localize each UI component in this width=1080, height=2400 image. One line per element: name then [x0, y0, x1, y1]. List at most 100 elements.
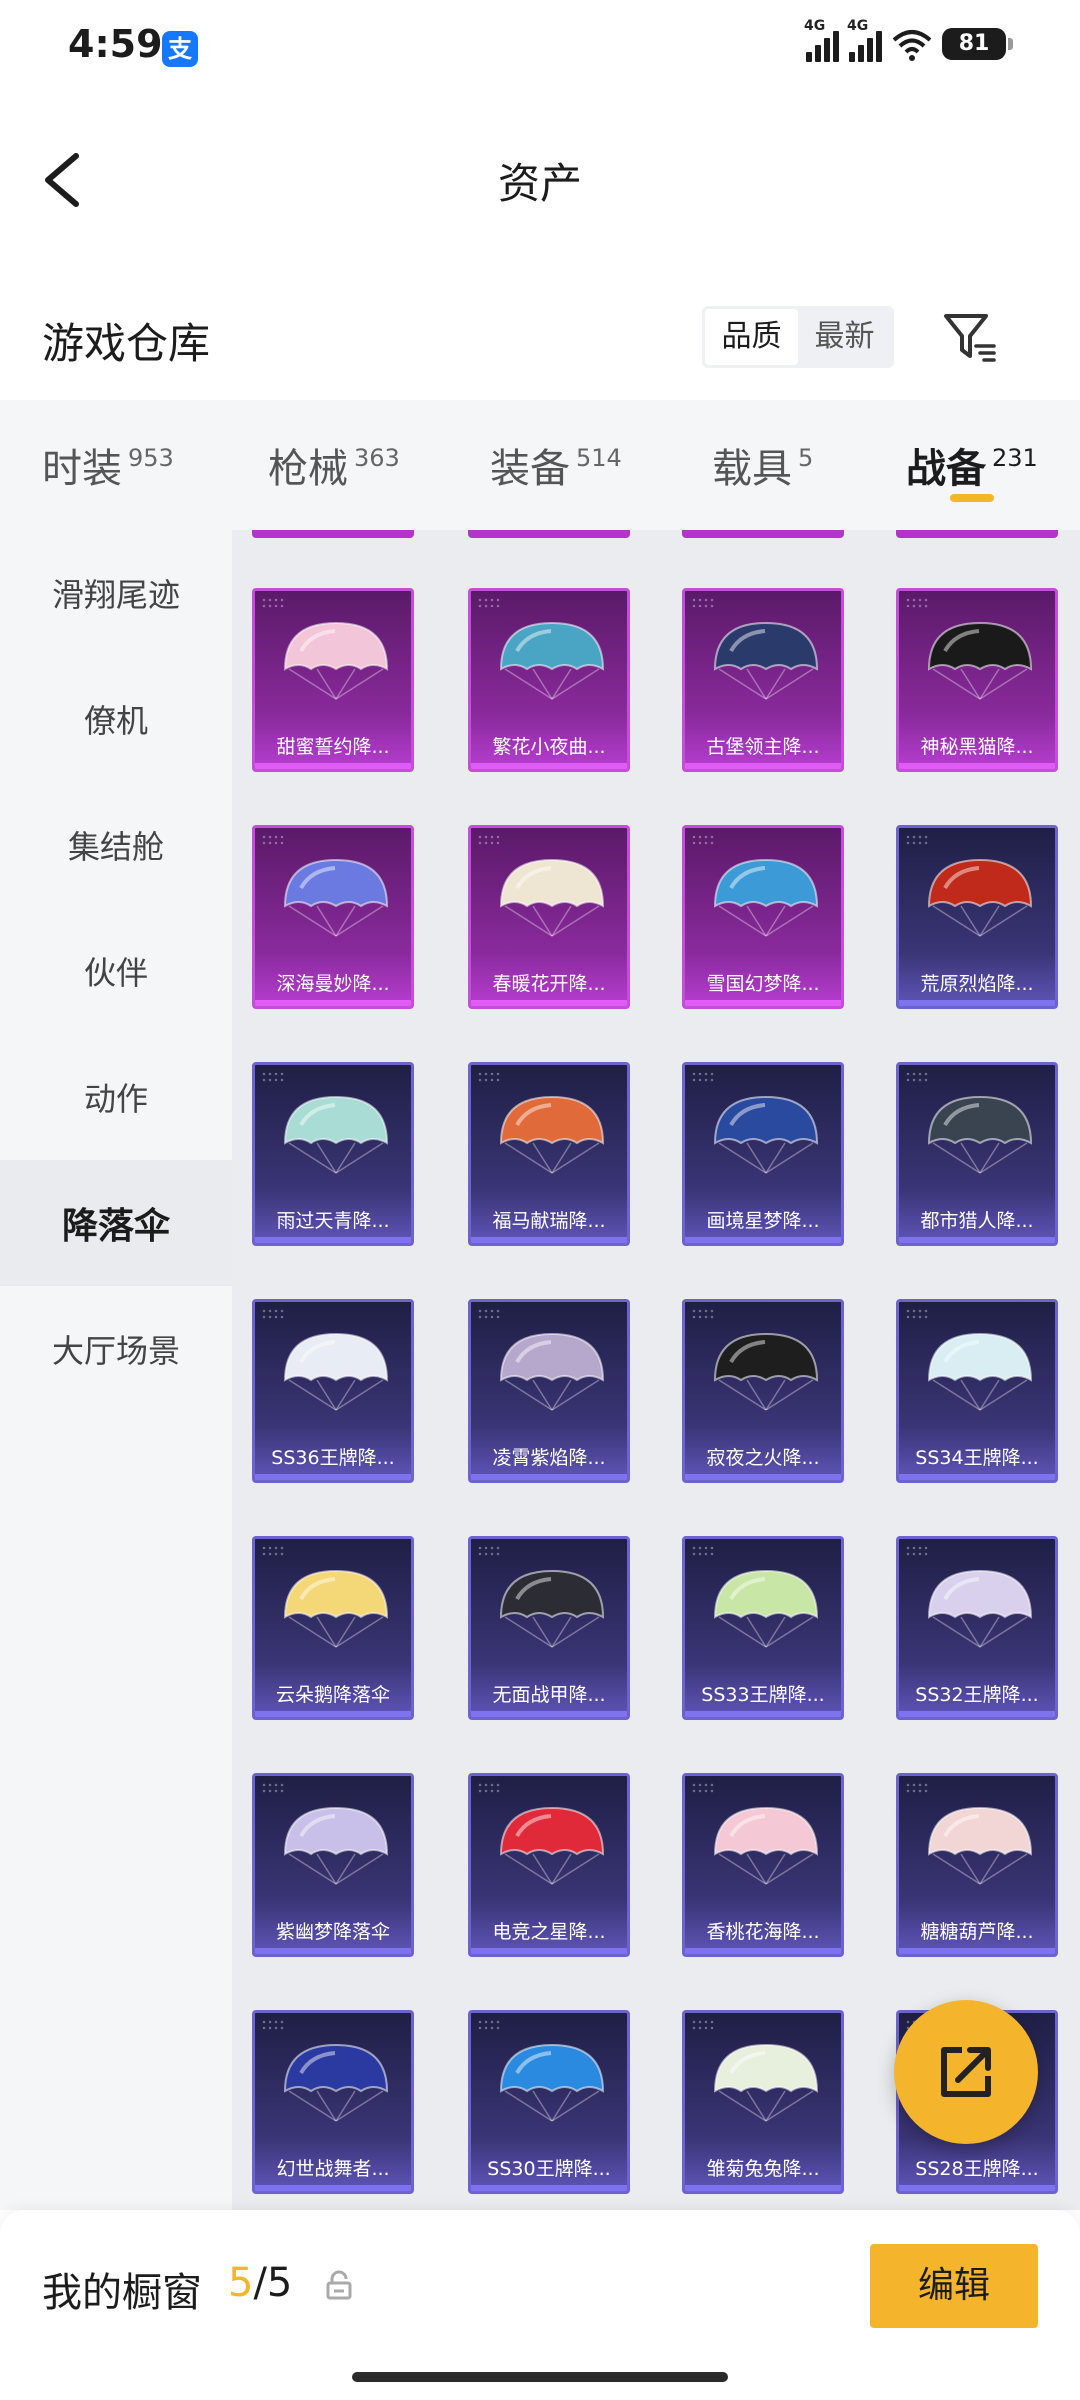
item-name: 无面战甲降... — [492, 1684, 606, 1706]
page-title: 资产 — [497, 159, 582, 208]
parachute-item-card[interactable]: 深海曼妙降... — [252, 825, 414, 1009]
card-corner-pattern — [905, 1071, 929, 1083]
side-item-parachute[interactable]: 降落伞 — [0, 1160, 232, 1286]
parachute-item-card[interactable]: 紫幽梦降落伞 — [252, 1773, 414, 1957]
tab-label: 时装 — [42, 446, 122, 492]
tab-weapons[interactable]: 枪械 363 — [268, 400, 400, 530]
parachute-item-card[interactable]: 春暖花开降... — [468, 825, 630, 1009]
rarity-bar — [899, 1000, 1055, 1006]
parachute-item-card[interactable]: 都市猎人降... — [896, 1062, 1058, 1246]
item-grid: 甜蜜誓约降... 繁花小夜曲... 古堡领主降... 神秘黑猫降... 深海曼妙降...… — [232, 530, 1080, 2210]
rarity-bar — [899, 763, 1055, 769]
parachute-item-card[interactable]: 甜蜜誓约降... — [252, 588, 414, 772]
section-title: 游戏仓库 — [42, 319, 211, 368]
rarity-bar — [255, 1237, 411, 1243]
showcase-total: /5 — [253, 2260, 293, 2306]
item-name: 电竞之星降... — [492, 1921, 606, 1943]
parachute-item-card[interactable]: 繁花小夜曲... — [468, 588, 630, 772]
tab-count: 514 — [576, 444, 622, 472]
item-name: 幻世战舞者... — [276, 2158, 390, 2180]
parachute-item-card[interactable]: 雪国幻梦降... — [682, 825, 844, 1009]
side-item-wingman[interactable]: 僚机 — [0, 656, 232, 782]
share-button[interactable] — [894, 2000, 1038, 2144]
card-corner-pattern — [691, 834, 715, 846]
item-name: SS34王牌降... — [915, 1447, 1039, 1469]
parachute-icon — [927, 858, 1033, 937]
rarity-bar — [899, 1948, 1055, 1954]
item-name: 画境星梦降... — [706, 1210, 820, 1232]
parachute-icon — [283, 1095, 389, 1174]
rarity-bar — [685, 1948, 841, 1954]
filter-icon[interactable] — [942, 310, 998, 366]
network-type-label: 4G — [804, 18, 826, 34]
parachute-item-card[interactable]: 云朵鹅降落伞 — [252, 1536, 414, 1720]
rarity-bar — [685, 1237, 841, 1243]
parachute-item-card[interactable]: 香桃花海降... — [682, 1773, 844, 1957]
parachute-item-card[interactable]: 寂夜之火降... — [682, 1299, 844, 1483]
rarity-bar — [471, 1474, 627, 1480]
rarity-bar — [685, 763, 841, 769]
parachute-item-card[interactable]: SS30王牌降... — [468, 2010, 630, 2194]
parachute-icon — [499, 858, 605, 937]
sort-by-newest-button[interactable]: 最新 — [798, 309, 891, 365]
parachute-item-card[interactable]: 雨过天青降... — [252, 1062, 414, 1246]
parachute-item-card[interactable]: 福马献瑞降... — [468, 1062, 630, 1246]
rarity-bar — [255, 1711, 411, 1717]
share-icon — [941, 2047, 991, 2097]
parachute-item-card[interactable]: 雏菊兔兔降... — [682, 2010, 844, 2194]
item-name: 古堡领主降... — [706, 736, 820, 758]
parachute-item-card[interactable]: 电竞之星降... — [468, 1773, 630, 1957]
status-bar: 4:59 支 4G 4G 81 — [0, 0, 1080, 100]
card-corner-pattern — [477, 2019, 501, 2031]
parachute-icon — [283, 1806, 389, 1885]
item-name: SS30王牌降... — [487, 2158, 611, 2180]
rarity-bar — [471, 1948, 627, 1954]
item-name: SS32王牌降... — [915, 1684, 1039, 1706]
side-item-emote[interactable]: 动作 — [0, 1034, 232, 1160]
parachute-item-card[interactable]: SS34王牌降... — [896, 1299, 1058, 1483]
parachute-item-card[interactable]: 荒原烈焰降... — [896, 825, 1058, 1009]
parachute-item-card[interactable]: 古堡领主降... — [682, 588, 844, 772]
header: 资产 — [0, 120, 1080, 240]
tab-equipment[interactable]: 装备 514 — [490, 400, 622, 530]
parachute-icon — [499, 2043, 605, 2122]
side-item-companion[interactable]: 伙伴 — [0, 908, 232, 1034]
tab-vehicles[interactable]: 载具 5 — [712, 400, 813, 530]
parachute-item-card[interactable]: SS32王牌降... — [896, 1536, 1058, 1720]
parachute-icon — [713, 1569, 819, 1648]
parachute-item-card[interactable]: 画境星梦降... — [682, 1062, 844, 1246]
rarity-bar — [899, 2185, 1055, 2191]
parachute-item-card[interactable]: 凌霄紫焰降... — [468, 1299, 630, 1483]
network-type-label-2: 4G — [847, 18, 869, 34]
parachute-item-card[interactable]: 幻世战舞者... — [252, 2010, 414, 2194]
tab-label: 枪械 — [268, 446, 348, 492]
parachute-item-card[interactable]: 无面战甲降... — [468, 1536, 630, 1720]
rarity-bar — [255, 1000, 411, 1006]
rarity-bar — [899, 1711, 1055, 1717]
parachute-item-card[interactable]: SS36王牌降... — [252, 1299, 414, 1483]
parachute-item-card[interactable]: 神秘黑猫降... — [896, 588, 1058, 772]
edit-button[interactable]: 编辑 — [870, 2244, 1038, 2328]
item-name: 福马献瑞降... — [492, 1210, 606, 1232]
parachute-item-card[interactable]: SS33王牌降... — [682, 1536, 844, 1720]
tab-gear[interactable]: 战备 231 — [906, 400, 1038, 530]
side-item-rally-pod[interactable]: 集结舱 — [0, 782, 232, 908]
card-corner-pattern — [477, 1071, 501, 1083]
item-name: SS33王牌降... — [701, 1684, 825, 1706]
side-item-glide-trail[interactable]: 滑翔尾迹 — [0, 530, 232, 656]
tab-fashion[interactable]: 时装 953 — [42, 400, 174, 530]
parachute-item-card[interactable]: 糖糖葫芦降... — [896, 1773, 1058, 1957]
side-item-lobby-scene[interactable]: 大厅场景 — [0, 1286, 232, 1412]
card-edge — [468, 530, 630, 538]
sort-by-quality-button[interactable]: 品质 — [705, 309, 798, 365]
card-corner-pattern — [905, 597, 929, 609]
card-corner-pattern — [477, 1545, 501, 1557]
parachute-icon — [499, 621, 605, 700]
card-corner-pattern — [905, 1308, 929, 1320]
lock-icon — [326, 2270, 352, 2300]
item-name: SS36王牌降... — [271, 1447, 395, 1469]
item-name: 凌霄紫焰降... — [492, 1447, 606, 1469]
parachute-icon — [499, 1095, 605, 1174]
showcase-count: 5/5 — [228, 2260, 292, 2306]
item-name: 糖糖葫芦降... — [920, 1921, 1034, 1943]
